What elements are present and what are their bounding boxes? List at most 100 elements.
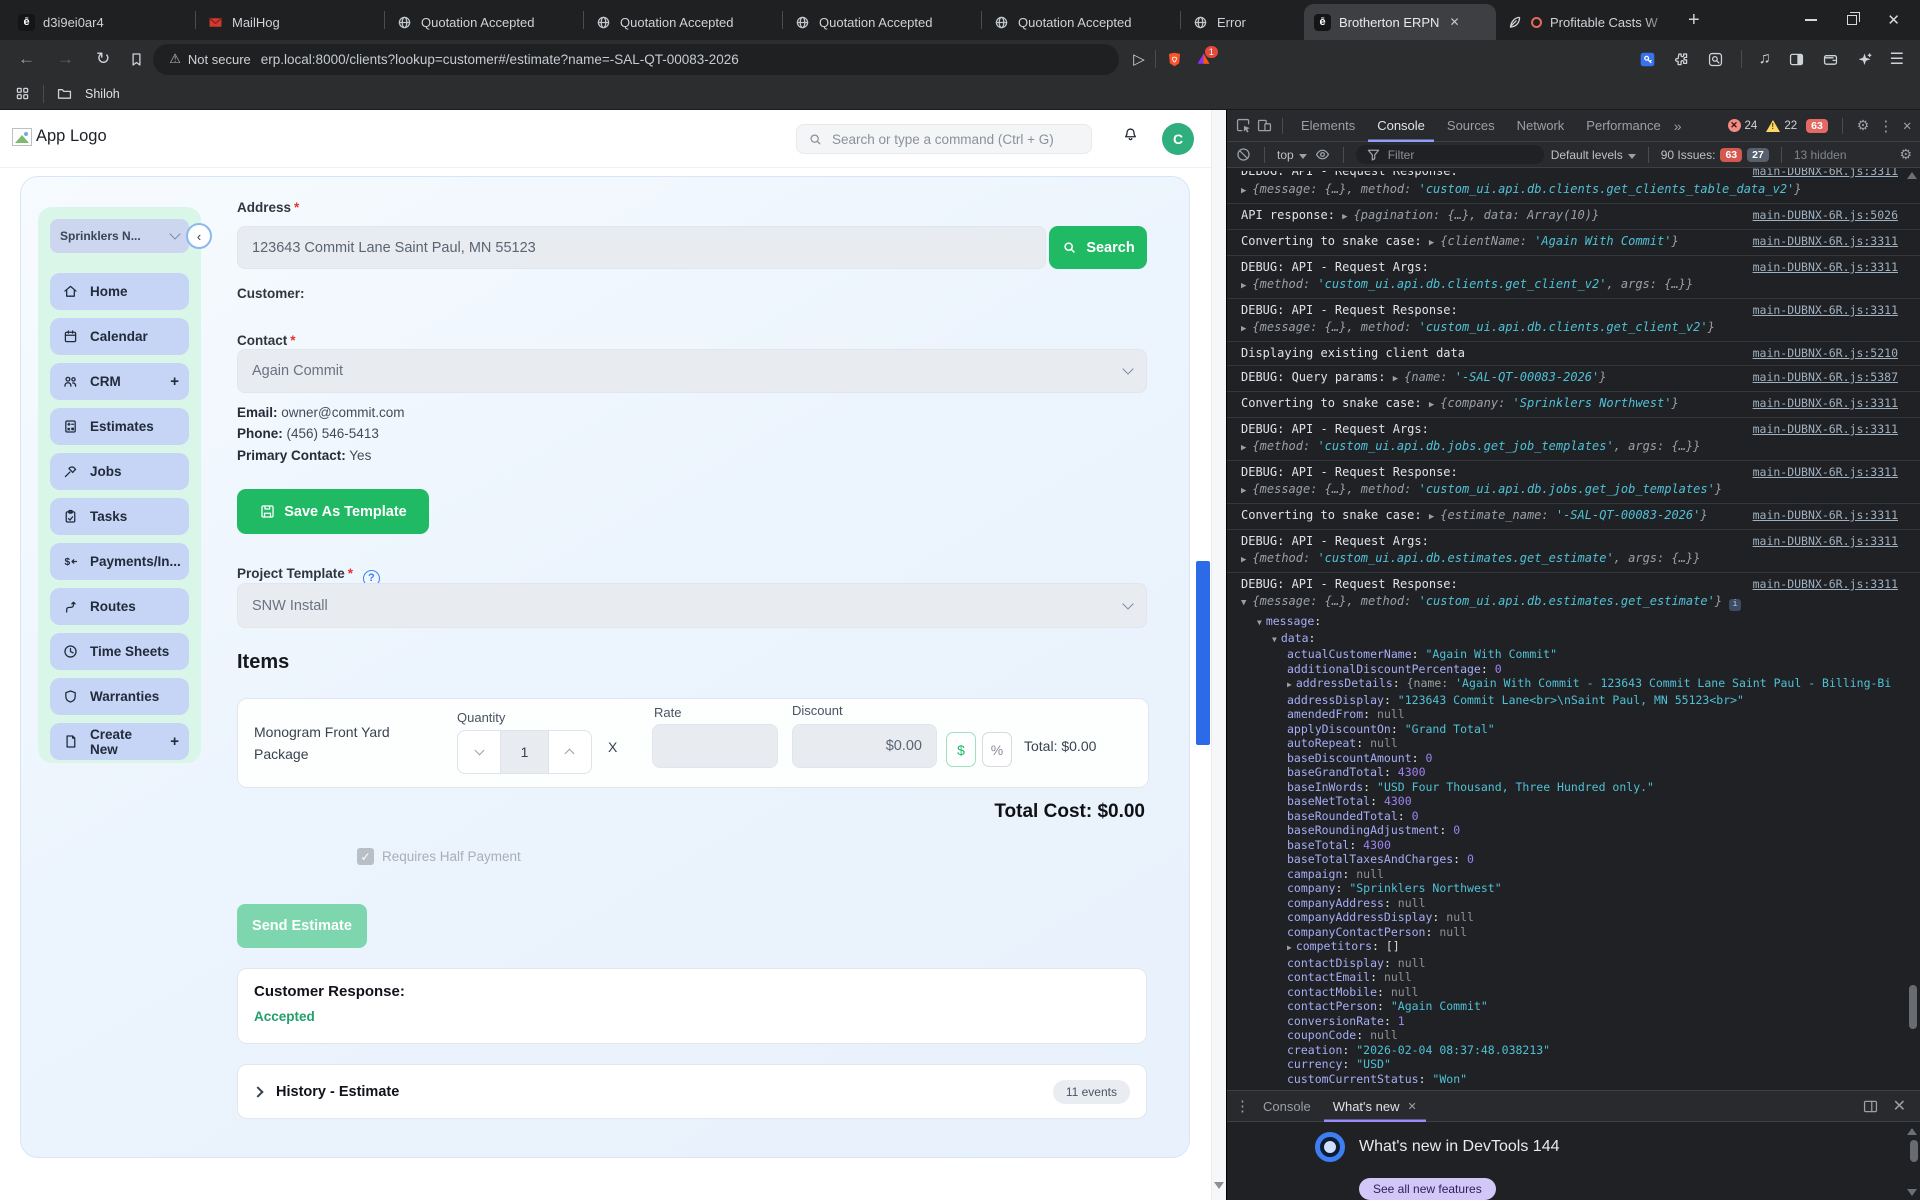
drawer-close-icon[interactable]: [1893, 1096, 1906, 1116]
tab-network[interactable]: Network: [1508, 110, 1574, 142]
sidebar-item-create-new[interactable]: Create New +: [50, 723, 189, 760]
discount-input[interactable]: $0.00: [792, 724, 937, 768]
media-icon[interactable]: ♫: [1759, 50, 1771, 68]
live-expression-eye-icon[interactable]: [1314, 146, 1331, 163]
console-scrollbar-thumb[interactable]: [1909, 985, 1917, 1029]
browser-tab[interactable]: Quotation Accepted: [983, 5, 1179, 39]
address-input[interactable]: 123643 Commit Lane Saint Paul, MN 55123: [237, 226, 1046, 269]
quantity-decrease-button[interactable]: [458, 731, 500, 773]
source-link[interactable]: main-DUBNX-6R.js:5210: [1753, 345, 1898, 362]
tab-console[interactable]: Console: [1368, 110, 1434, 142]
search-button[interactable]: Search: [1049, 226, 1147, 269]
expand-arrow-icon[interactable]: ▶: [1241, 555, 1246, 565]
warning-count[interactable]: 22: [1766, 119, 1797, 132]
url-text[interactable]: erp.local:8000/clients?lookup=customer#/…: [261, 52, 739, 67]
discount-dollar-toggle[interactable]: $: [946, 732, 976, 767]
log-levels-selector[interactable]: Default levels: [1551, 148, 1636, 162]
expand-arrow-icon[interactable]: ▶: [1241, 443, 1246, 453]
expand-arrow-icon[interactable]: ▶: [1287, 680, 1292, 689]
browser-tab[interactable]: ē d3i9ei0ar4: [8, 5, 194, 39]
tab-search-icon[interactable]: [1707, 51, 1724, 68]
source-link[interactable]: main-DUBNX-6R.js:5387: [1753, 369, 1898, 386]
restore-icon[interactable]: [1847, 12, 1861, 25]
app-logo[interactable]: App Logo: [12, 127, 107, 146]
error-count[interactable]: ✕ 24: [1727, 119, 1757, 132]
expand-arrow-icon[interactable]: ▼: [1272, 635, 1277, 644]
extension-badge-icon[interactable]: 1: [1195, 45, 1218, 68]
scroll-down-arrow-icon[interactable]: [1907, 1189, 1917, 1196]
source-link[interactable]: main-DUBNX-6R.js:3311: [1753, 259, 1898, 276]
console-settings-icon[interactable]: [1899, 146, 1912, 163]
history-section[interactable]: History - Estimate 11 events: [237, 1064, 1147, 1119]
reload-icon[interactable]: ↻: [96, 49, 110, 69]
sidebar-item-time-sheets[interactable]: Time Sheets: [50, 633, 189, 670]
sidebar-item-warranties[interactable]: Warranties: [50, 678, 189, 715]
sidebar-toggle-icon[interactable]: [1788, 51, 1805, 68]
contact-select[interactable]: Again Commit: [237, 349, 1147, 393]
half-payment-checkbox[interactable]: ✓: [357, 848, 374, 865]
expand-arrow-icon[interactable]: ▼: [1241, 598, 1246, 608]
devtools-close-icon[interactable]: [1902, 119, 1912, 133]
browser-tab[interactable]: Quotation Accepted: [386, 5, 582, 39]
apps-grid-icon[interactable]: [14, 85, 31, 102]
sidebar-item-payments-in-[interactable]: $ Payments/In...: [50, 543, 189, 580]
browser-tab[interactable]: Profitable Casts W: [1496, 5, 1676, 39]
drawer-tab-console[interactable]: Console: [1254, 1090, 1320, 1122]
device-toolbar-icon[interactable]: [1256, 117, 1273, 134]
add-icon[interactable]: +: [170, 733, 179, 750]
expand-arrow-icon[interactable]: ▶: [1429, 512, 1434, 522]
send-estimate-button[interactable]: Send Estimate: [237, 904, 367, 948]
more-tabs-icon[interactable]: [1674, 118, 1682, 134]
brave-shield-icon[interactable]: [1166, 51, 1183, 68]
leo-ai-icon[interactable]: [1856, 51, 1873, 68]
expand-arrow-icon[interactable]: ▶: [1429, 238, 1434, 248]
new-tab-button[interactable]: [1688, 9, 1700, 32]
address-bar[interactable]: ⚠ Not secure erp.local:8000/clients?look…: [153, 43, 1120, 75]
notifications-bell-icon[interactable]: [1122, 126, 1139, 143]
source-link[interactable]: main-DUBNX-6R.js:3311: [1753, 168, 1898, 180]
source-link[interactable]: main-DUBNX-6R.js:3311: [1753, 507, 1898, 524]
avatar[interactable]: C: [1162, 123, 1194, 155]
expand-arrow-icon[interactable]: ▶: [1429, 400, 1434, 410]
sidebar-item-tasks[interactable]: Tasks: [50, 498, 189, 535]
source-link[interactable]: main-DUBNX-6R.js:3311: [1753, 395, 1898, 412]
expand-arrow-icon[interactable]: ▶: [1241, 186, 1246, 196]
expand-arrow-icon[interactable]: ▶: [1342, 212, 1347, 222]
clear-console-icon[interactable]: [1235, 146, 1252, 163]
company-select[interactable]: Sprinklers N...: [50, 219, 189, 253]
devtools-menu-icon[interactable]: [1878, 117, 1893, 135]
expand-arrow-icon[interactable]: ▶: [1287, 943, 1292, 952]
window-close-icon[interactable]: [1887, 11, 1900, 29]
source-link[interactable]: main-DUBNX-6R.js:3311: [1753, 464, 1898, 481]
info-icon[interactable]: i: [1729, 598, 1742, 611]
inspect-element-icon[interactable]: [1235, 117, 1252, 134]
browser-tab[interactable]: Quotation Accepted: [784, 5, 980, 39]
drawer-tab-whats-new[interactable]: What's new: [1324, 1090, 1426, 1122]
source-link[interactable]: main-DUBNX-6R.js:3311: [1753, 233, 1898, 250]
expand-arrow-icon[interactable]: ▶: [1241, 281, 1246, 291]
browser-tab[interactable]: Quotation Accepted: [585, 5, 781, 39]
sidebar-item-crm[interactable]: CRM +: [50, 363, 189, 400]
extensions-icon[interactable]: [1673, 51, 1690, 68]
source-link[interactable]: main-DUBNX-6R.js:5026: [1753, 207, 1898, 224]
console-filter-input[interactable]: Filter: [1355, 145, 1544, 164]
tab-close-icon[interactable]: ✕: [1449, 15, 1459, 29]
issues-counter[interactable]: 90 Issues: 63 27: [1661, 147, 1769, 162]
source-link[interactable]: main-DUBNX-6R.js:3311: [1753, 421, 1898, 438]
quantity-increase-button[interactable]: [549, 731, 591, 773]
context-selector[interactable]: top: [1277, 148, 1307, 162]
forward-icon[interactable]: →: [57, 49, 74, 69]
expand-arrow-icon[interactable]: ▶: [1241, 324, 1246, 334]
expand-arrow-icon[interactable]: ▶: [1393, 374, 1398, 384]
send-tab-icon[interactable]: ▷: [1133, 50, 1145, 68]
tab-performance[interactable]: Performance: [1577, 110, 1669, 142]
issues-badge[interactable]: 63: [1806, 118, 1828, 133]
wallet-icon[interactable]: [1822, 51, 1839, 68]
quantity-value[interactable]: 1: [500, 731, 549, 773]
close-whats-new-icon[interactable]: [1408, 1100, 1417, 1113]
source-link[interactable]: main-DUBNX-6R.js:3311: [1753, 302, 1898, 319]
drawer-scrollbar-thumb[interactable]: [1910, 1140, 1918, 1162]
browser-tab[interactable]: Error: [1182, 5, 1304, 39]
tab-sources[interactable]: Sources: [1438, 110, 1504, 142]
save-as-template-button[interactable]: Save As Template: [237, 489, 429, 534]
